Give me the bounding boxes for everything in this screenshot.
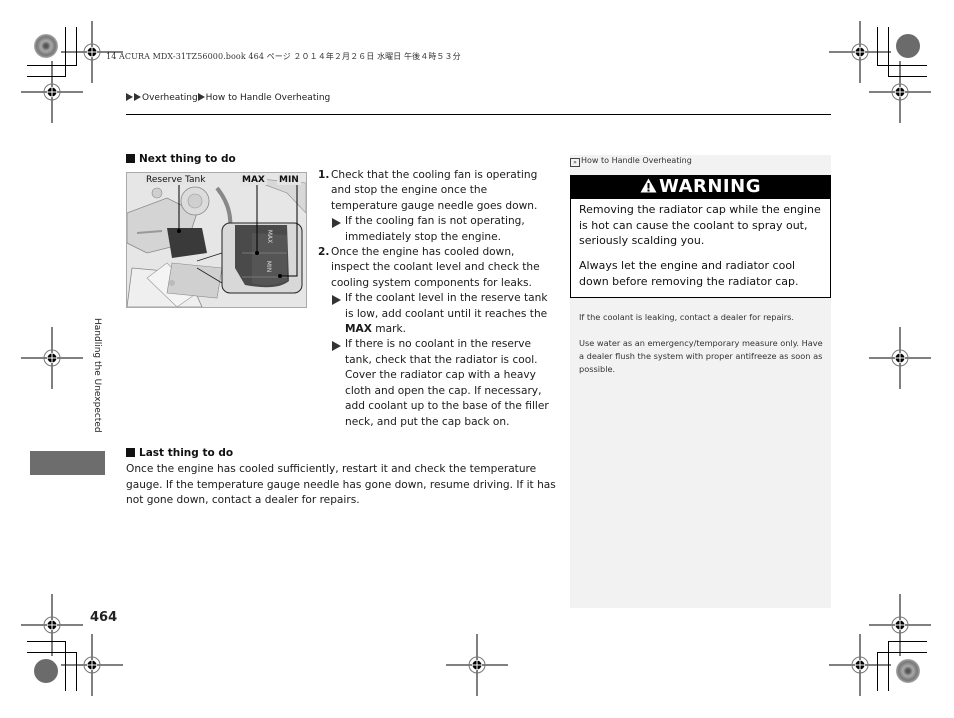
- square-bullet-icon: [126, 448, 135, 457]
- color-target-icon: [34, 659, 58, 683]
- last-thing-body: Once the engine has cooled sufficiently,…: [126, 463, 556, 507]
- registration-crosshair-icon: [869, 61, 931, 123]
- sidebar-note-1: If the coolant is leaking, contact a dea…: [579, 312, 795, 322]
- last-thing-heading-text: Last thing to do: [139, 447, 234, 459]
- next-thing-heading: Next thing to do: [126, 153, 236, 165]
- steps-list: 1. Check that the cooling fan is operati…: [318, 168, 556, 430]
- warning-title: WARNING: [659, 176, 761, 197]
- arrow-bullet-icon: [332, 218, 341, 229]
- warning-triangle-icon: [640, 178, 657, 193]
- color-target-icon: [896, 659, 920, 683]
- step-text: Check that the cooling fan is operating …: [331, 169, 538, 212]
- chapter-side-label: Handling the Unexpected: [92, 318, 102, 433]
- figure-label-max: MAX: [240, 175, 267, 185]
- arrow-bullet-icon: [332, 295, 341, 306]
- tank-min-mark: MIN: [265, 260, 273, 273]
- reference-icon: »: [570, 158, 580, 167]
- step-2-note-1: If the coolant level in the reserve tank…: [318, 291, 556, 337]
- max-emphasis: MAX: [345, 323, 372, 336]
- engine-bay-illustration: [127, 173, 306, 307]
- color-target-icon: [34, 34, 58, 58]
- step-text: Once the engine has cooled down, inspect…: [331, 246, 540, 289]
- figure-label-min: MIN: [277, 175, 301, 185]
- registration-crosshair-icon: [21, 327, 83, 389]
- breadcrumb-item-how-to-handle[interactable]: How to Handle Overheating: [206, 93, 331, 103]
- breadcrumb-arrow-icon: [126, 93, 133, 101]
- square-bullet-icon: [126, 154, 135, 163]
- breadcrumb-item-overheating[interactable]: Overheating: [142, 93, 198, 103]
- last-thing-heading: Last thing to do: [126, 447, 233, 459]
- tank-max-mark: MAX: [266, 229, 274, 244]
- step-1: 1. Check that the cooling fan is operati…: [318, 168, 556, 214]
- arrow-bullet-icon: [332, 341, 341, 352]
- breadcrumb-arrow-icon: [134, 93, 141, 101]
- sidebar-note-2: Use water as an emergency/temporary meas…: [579, 338, 823, 374]
- sidebar-reference: » How to Handle Overheating: [570, 156, 692, 167]
- chapter-tab: [30, 451, 105, 475]
- reserve-tank-figure: Reserve Tank MAX MIN MAX MIN: [126, 172, 307, 308]
- step-2: 2. Once the engine has cooled down, insp…: [318, 245, 556, 291]
- registration-crosshair-icon: [869, 327, 931, 389]
- print-header: 14 ACURA MDX-31TZ56000.book 464 ページ ２０１４…: [106, 52, 461, 61]
- note-text-after: mark.: [371, 323, 406, 336]
- note-text: If the coolant level in the reserve tank…: [345, 292, 548, 320]
- warning-paragraph-2: Always let the engine and radiator cool …: [579, 259, 799, 288]
- note-text: If there is no coolant in the reserve ta…: [345, 338, 549, 428]
- next-thing-heading-text: Next thing to do: [139, 153, 236, 165]
- sidebar-reference-title[interactable]: How to Handle Overheating: [581, 156, 692, 165]
- color-target-icon: [896, 34, 920, 58]
- warning-paragraph-1: Removing the radiator cap while the engi…: [579, 203, 821, 247]
- registration-crosshair-icon: [21, 61, 83, 123]
- figure-label-reserve-tank: Reserve Tank: [144, 175, 208, 185]
- registration-crosshair-icon: [446, 634, 508, 696]
- note-text: If the cooling fan is not operating, imm…: [345, 215, 525, 243]
- breadcrumb-arrow-icon: [197, 93, 205, 101]
- page-number: 464: [90, 610, 118, 625]
- warning-title-bar: WARNING: [570, 175, 831, 199]
- step-number: 1.: [318, 169, 330, 181]
- step-number: 2.: [318, 246, 330, 259]
- header-divider: [126, 114, 831, 115]
- breadcrumb: Overheating How to Handle Overheating: [126, 93, 330, 103]
- registration-crosshair-icon: [869, 594, 931, 656]
- step-1-note-1: If the cooling fan is not operating, imm…: [318, 214, 556, 245]
- registration-crosshair-icon: [61, 634, 123, 696]
- step-2-note-2: If there is no coolant in the reserve ta…: [318, 337, 556, 429]
